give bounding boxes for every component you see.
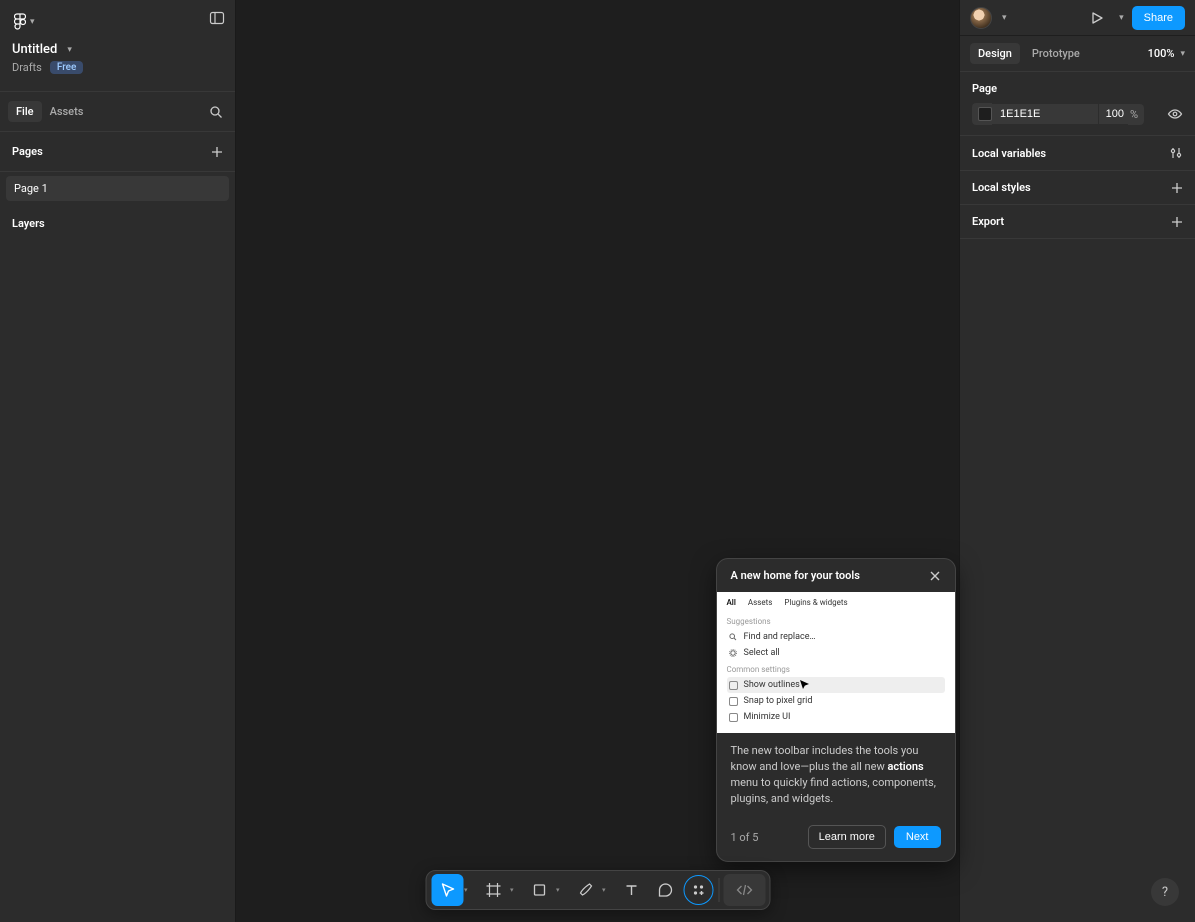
preview-common-row: Snap to pixel grid xyxy=(727,693,945,709)
move-tool-chevron-icon[interactable]: ▾ xyxy=(464,886,472,894)
toolbar-divider xyxy=(718,878,719,902)
file-assets-tabs: File Assets xyxy=(0,92,235,132)
popover-preview: All Assets Plugins & widgets Suggestions… xyxy=(717,592,955,733)
tab-assets[interactable]: Assets xyxy=(42,101,92,122)
add-page-icon[interactable] xyxy=(211,146,223,158)
zoom-chevron-icon: ▾ xyxy=(1180,49,1185,59)
zoom-value: 100% xyxy=(1148,47,1175,60)
variables-settings-icon[interactable] xyxy=(1169,146,1183,160)
cursor-icon xyxy=(799,679,939,690)
document-title[interactable]: Untitled ▾ xyxy=(12,42,223,57)
frame-tool-chevron-icon[interactable]: ▾ xyxy=(510,886,518,894)
figma-logo-icon[interactable] xyxy=(12,14,28,30)
color-hex-field[interactable] xyxy=(992,104,1098,124)
document-location[interactable]: Drafts xyxy=(12,61,42,74)
preview-common-row: Minimize UI xyxy=(727,709,945,725)
opacity-field[interactable] xyxy=(1098,104,1128,124)
page-section-label: Page xyxy=(972,82,997,95)
local-styles-section[interactable]: Local styles xyxy=(960,171,1195,205)
popover-title: A new home for your tools xyxy=(731,569,860,582)
doc-title-chevron-icon[interactable]: ▾ xyxy=(67,45,72,55)
preview-tab-assets: Assets xyxy=(748,598,772,607)
present-chevron-icon[interactable]: ▾ xyxy=(1119,13,1124,23)
select-all-icon xyxy=(729,649,738,658)
onboarding-popover: A new home for your tools All Assets Plu… xyxy=(716,558,956,862)
preview-common-label: Common settings xyxy=(727,665,945,674)
preview-common-row: Show outlines xyxy=(727,677,945,693)
checkbox-icon xyxy=(729,713,738,722)
right-topbar: ▾ ▾ Share xyxy=(960,0,1195,36)
background-color-input[interactable]: % xyxy=(972,103,1144,125)
close-icon[interactable] xyxy=(929,570,941,582)
free-badge[interactable]: Free xyxy=(50,61,84,74)
export-section[interactable]: Export xyxy=(960,205,1195,239)
add-export-icon[interactable] xyxy=(1171,216,1183,228)
visibility-icon[interactable] xyxy=(1167,106,1183,122)
add-style-icon[interactable] xyxy=(1171,182,1183,194)
page-item[interactable]: Page 1 xyxy=(6,176,229,201)
actions-tool[interactable] xyxy=(683,875,713,905)
tab-design[interactable]: Design xyxy=(970,43,1020,64)
pages-section-header: Pages xyxy=(0,132,235,172)
opacity-unit: % xyxy=(1128,104,1144,125)
preview-suggestion-row: Find and replace… xyxy=(727,629,945,645)
tab-file[interactable]: File xyxy=(8,101,42,122)
left-panel: ▾ Untitled ▾ Drafts Free File Assets Pag… xyxy=(0,0,236,922)
help-button[interactable]: ? xyxy=(1151,878,1179,906)
right-panel: ▾ ▾ Share Design Prototype 100% ▾ Page % xyxy=(959,0,1195,922)
document-title-text: Untitled xyxy=(12,42,57,57)
local-styles-label: Local styles xyxy=(972,181,1031,194)
checkbox-icon xyxy=(729,697,738,706)
preview-suggestion-row: Select all xyxy=(727,645,945,661)
preview-tab-all: All xyxy=(727,598,736,607)
preview-suggestions-label: Suggestions xyxy=(727,617,945,626)
shape-tool-chevron-icon[interactable]: ▾ xyxy=(556,886,564,894)
dev-mode-toggle[interactable] xyxy=(723,874,765,906)
avatar[interactable] xyxy=(970,7,992,29)
pages-label: Pages xyxy=(12,145,43,158)
checkbox-icon xyxy=(729,681,738,690)
preview-tab-plugins: Plugins & widgets xyxy=(784,598,847,607)
move-tool[interactable] xyxy=(431,874,463,906)
main-menu-chevron-icon[interactable]: ▾ xyxy=(30,17,35,27)
pen-tool[interactable] xyxy=(569,874,601,906)
shape-tool[interactable] xyxy=(523,874,555,906)
layers-label: Layers xyxy=(0,205,235,242)
tab-prototype[interactable]: Prototype xyxy=(1024,43,1088,64)
help-icon: ? xyxy=(1162,885,1168,900)
zoom-control[interactable]: 100% ▾ xyxy=(1148,47,1185,60)
local-variables-label: Local variables xyxy=(972,147,1046,160)
page-section: Page % xyxy=(960,72,1195,136)
left-header: ▾ Untitled ▾ Drafts Free xyxy=(0,0,235,92)
pen-tool-chevron-icon[interactable]: ▾ xyxy=(602,886,610,894)
color-swatch xyxy=(978,107,992,121)
panel-toggle-icon[interactable] xyxy=(209,10,225,26)
comment-tool[interactable] xyxy=(649,874,681,906)
export-label: Export xyxy=(972,215,1004,228)
avatar-chevron-icon[interactable]: ▾ xyxy=(1002,13,1007,23)
search-icon[interactable] xyxy=(209,105,223,119)
local-variables-section[interactable]: Local variables xyxy=(960,136,1195,171)
present-icon[interactable] xyxy=(1085,6,1109,30)
step-indicator: 1 of 5 xyxy=(731,831,759,844)
bottom-toolbar: ▾ ▾ ▾ ▾ xyxy=(425,870,770,910)
design-prototype-tabs: Design Prototype 100% ▾ xyxy=(960,36,1195,72)
popover-body: The new toolbar includes the tools you k… xyxy=(717,733,955,817)
frame-tool[interactable] xyxy=(477,874,509,906)
share-button[interactable]: Share xyxy=(1132,6,1185,30)
learn-more-button[interactable]: Learn more xyxy=(808,825,886,849)
next-button[interactable]: Next xyxy=(894,826,941,848)
search-icon xyxy=(729,633,738,642)
text-tool[interactable] xyxy=(615,874,647,906)
